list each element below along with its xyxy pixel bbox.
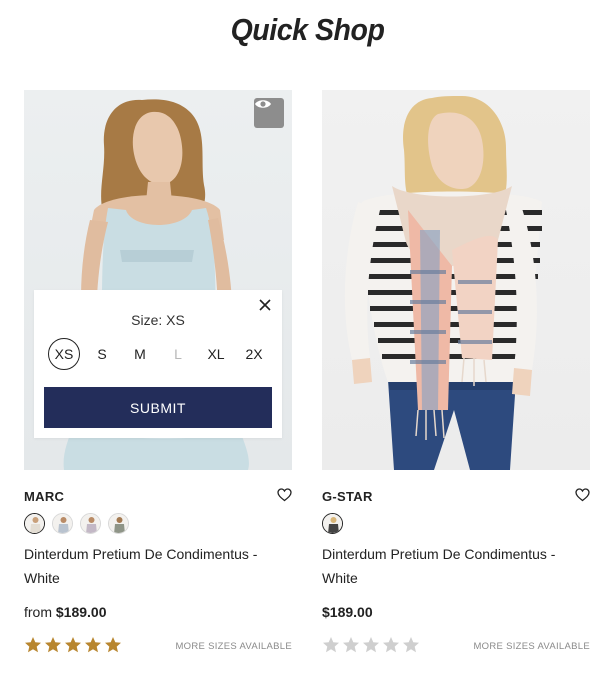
size-option-m[interactable]: M bbox=[124, 338, 156, 370]
star-empty-icon bbox=[383, 637, 399, 653]
price-amount: $189.00 bbox=[322, 604, 373, 620]
color-swatch[interactable] bbox=[108, 513, 129, 534]
product-photo-woman-scarf bbox=[344, 96, 542, 470]
wishlist-button[interactable] bbox=[277, 488, 292, 502]
star-empty-icon bbox=[343, 637, 359, 653]
wishlist-button[interactable] bbox=[575, 488, 590, 502]
selected-size-value: XS bbox=[166, 312, 185, 328]
size-option-xl[interactable]: XL bbox=[200, 338, 232, 370]
product-brand[interactable]: G-STAR bbox=[322, 489, 373, 504]
swatch-thumbnail bbox=[109, 514, 128, 533]
color-swatch[interactable] bbox=[322, 513, 343, 534]
close-icon bbox=[259, 299, 271, 311]
color-swatch[interactable] bbox=[80, 513, 101, 534]
more-sizes-label: MORE SIZES AVAILABLE bbox=[175, 641, 292, 652]
product-image[interactable]: Size: XS XS S M L XL 2X SUBMIT bbox=[24, 90, 292, 470]
submit-button[interactable]: SUBMIT bbox=[44, 387, 272, 428]
color-swatch[interactable] bbox=[52, 513, 73, 534]
product-image[interactable] bbox=[322, 90, 590, 470]
close-button[interactable] bbox=[257, 297, 273, 313]
star-filled-icon bbox=[85, 637, 101, 653]
color-swatch[interactable] bbox=[24, 513, 45, 534]
product-brand[interactable]: MARC bbox=[24, 489, 64, 504]
eye-icon bbox=[255, 100, 271, 108]
star-empty-icon bbox=[363, 637, 379, 653]
price-amount: $189.00 bbox=[55, 604, 107, 620]
product-name[interactable]: Dinterdum Pretium De Condimentus - White bbox=[322, 542, 590, 590]
product-card: G-STAR Dinterdum Pretium De Condimentus … bbox=[322, 90, 590, 653]
star-empty-icon bbox=[323, 637, 339, 653]
size-label-text: Size: bbox=[131, 312, 163, 328]
size-option-xs[interactable]: XS bbox=[48, 338, 80, 370]
star-filled-icon bbox=[45, 637, 61, 653]
swatch-thumbnail bbox=[323, 514, 342, 533]
star-filled-icon bbox=[105, 637, 121, 653]
star-filled-icon bbox=[65, 637, 81, 653]
page-title: Quick Shop bbox=[230, 12, 385, 47]
size-options: XS S M L XL 2X bbox=[48, 338, 270, 370]
product-price: from $189.00 bbox=[24, 604, 107, 620]
swatch-thumbnail bbox=[53, 514, 72, 533]
swatch-thumbnail bbox=[25, 514, 44, 533]
quick-shop-popup: Size: XS XS S M L XL 2X SUBMIT bbox=[34, 290, 282, 438]
product-card: Size: XS XS S M L XL 2X SUBMIT MARC Dint… bbox=[24, 90, 292, 653]
more-sizes-label: MORE SIZES AVAILABLE bbox=[473, 641, 590, 652]
product-name[interactable]: Dinterdum Pretium De Condimentus - White bbox=[24, 542, 292, 590]
quick-view-button[interactable] bbox=[254, 98, 284, 128]
size-selection-label: Size: XS bbox=[34, 312, 282, 328]
size-option-s[interactable]: S bbox=[86, 338, 118, 370]
heart-icon bbox=[575, 488, 590, 502]
star-filled-icon bbox=[25, 637, 41, 653]
heart-icon bbox=[277, 488, 292, 502]
price-prefix: from bbox=[24, 604, 52, 620]
swatch-thumbnail bbox=[81, 514, 100, 533]
size-option-2x[interactable]: 2X bbox=[238, 338, 270, 370]
star-empty-icon bbox=[403, 637, 419, 653]
size-option-l: L bbox=[174, 346, 182, 362]
product-price: $189.00 bbox=[322, 604, 373, 620]
